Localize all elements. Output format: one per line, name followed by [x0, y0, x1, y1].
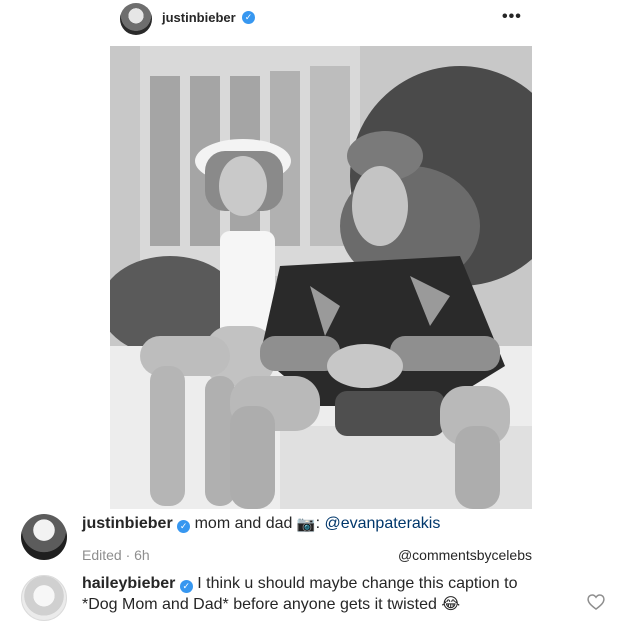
post-username[interactable]: justinbieber — [162, 10, 236, 25]
camera-icon: 📷 — [296, 516, 316, 533]
caption-meta: Edited · 6h — [82, 547, 150, 563]
caption: justinbieber ✓ mom and dad 📷: @evanpater… — [82, 515, 440, 533]
heart-icon[interactable] — [586, 592, 606, 612]
caption-text: mom and dad — [194, 515, 293, 532]
comment-username[interactable]: haileybieber — [82, 575, 175, 592]
caption-username[interactable]: justinbieber — [82, 515, 173, 532]
laughing-emoji-icon: 😂 — [441, 596, 461, 613]
post-photo[interactable] — [110, 46, 532, 509]
credit-watermark: @commentsbycelebs — [397, 547, 532, 563]
avatar[interactable] — [120, 3, 152, 35]
caption-separator: : — [315, 515, 321, 532]
comment-avatar[interactable] — [21, 575, 67, 621]
photographer-mention-link[interactable]: @evanpaterakis — [324, 515, 440, 532]
post-header: justinbieber ✓ ••• — [110, 0, 532, 40]
caption-avatar[interactable] — [21, 514, 67, 560]
verified-badge-icon: ✓ — [177, 520, 191, 533]
verified-badge-icon: ✓ — [179, 580, 193, 593]
comment: haileybieber ✓ I think u should maybe ch… — [82, 573, 552, 615]
verified-badge-icon: ✓ — [242, 11, 255, 24]
more-options-icon[interactable]: ••• — [502, 8, 522, 26]
